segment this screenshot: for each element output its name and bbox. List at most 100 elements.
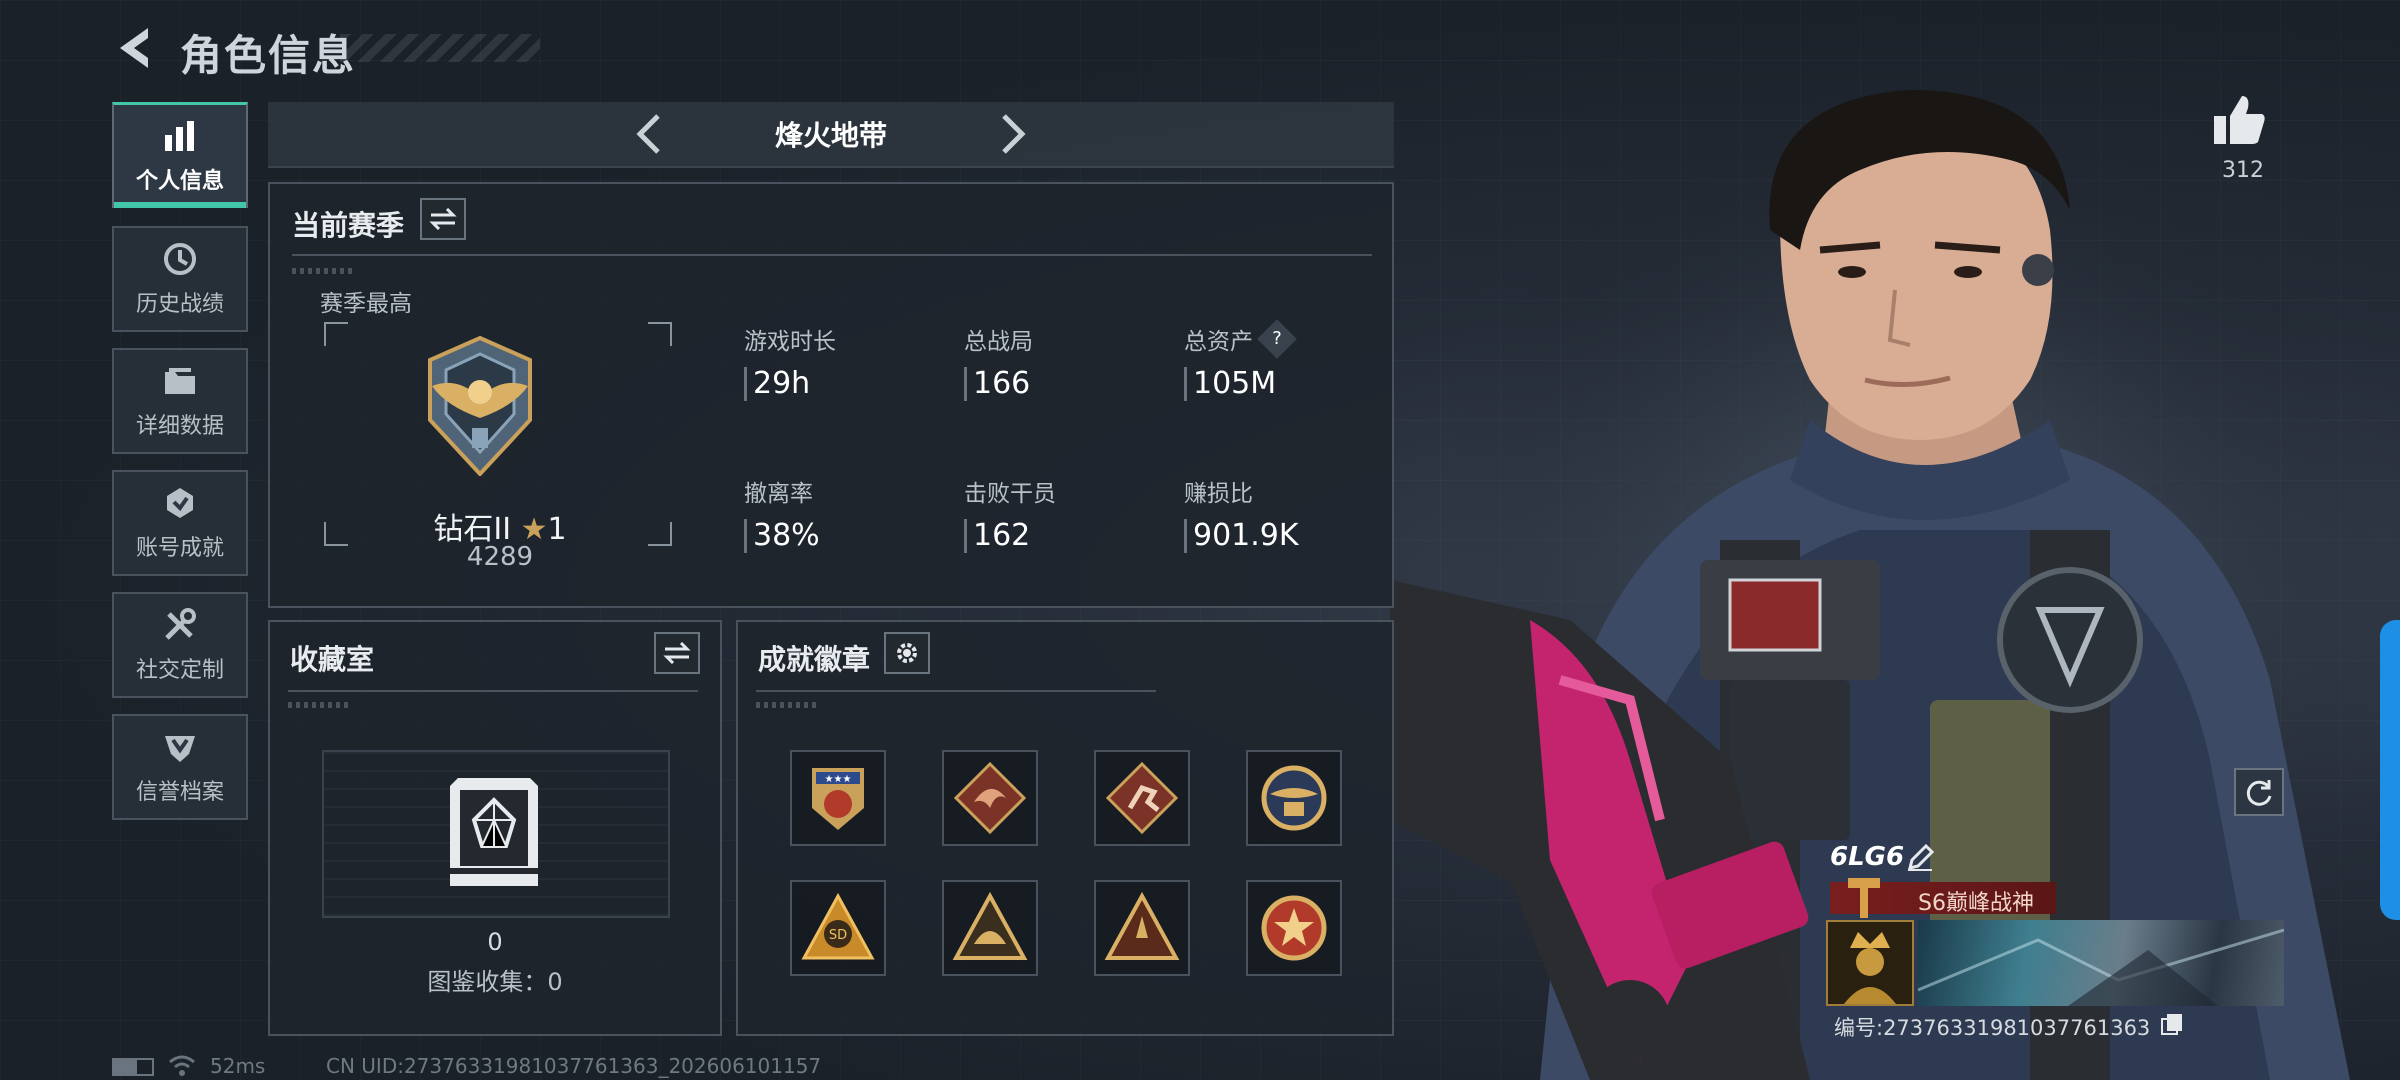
title-tag-text: S6巅峰战神 <box>1918 891 2034 916</box>
stat-play-time: 游戏时长 29h <box>744 322 836 401</box>
title-decoration <box>340 34 540 62</box>
stat-label: 赚损比 <box>1184 481 1253 507</box>
stat-label: 游戏时长 <box>744 329 836 355</box>
sidebar-item-label: 账号成就 <box>135 536 224 561</box>
sidebar-item-label: 社交定制 <box>135 658 224 683</box>
tools-icon <box>165 608 196 640</box>
stat-value: 38% <box>753 518 820 553</box>
badge-sd-triangle-icon: SD <box>801 892 875 960</box>
stat-total-assets: 总资产 ? 105M <box>1184 319 1297 401</box>
page-title: 角色信息 <box>180 31 357 80</box>
copy-id-button[interactable] <box>2160 1012 2184 1036</box>
sidebar-item-credit[interactable]: 信誉档案 <box>112 714 248 820</box>
svg-text:SD: SD <box>829 928 847 943</box>
chevron-right-icon <box>1002 114 1026 154</box>
collection-swap-button[interactable] <box>654 632 700 674</box>
shield-icon <box>165 736 195 762</box>
wifi-icon <box>169 1055 195 1076</box>
sidebar-item-label: 历史战绩 <box>135 292 224 317</box>
edit-name-button[interactable] <box>1906 843 1935 872</box>
divider <box>292 254 1372 256</box>
badge-slot-1[interactable]: ★★★ <box>790 750 886 846</box>
stat-extraction-rate: 撤离率 38% <box>744 474 820 553</box>
sidebar-item-detailed-data[interactable]: 详细数据 <box>112 348 248 454</box>
stat-label: 撤离率 <box>744 481 813 507</box>
stat-value: 901.9K <box>1193 518 1299 553</box>
uid-line: CN UID:2737633198103776136​3_20260610115… <box>326 1054 822 1078</box>
back-button[interactable] <box>112 22 156 74</box>
like-button[interactable] <box>2212 94 2276 150</box>
sidebar-item-social[interactable]: 社交定制 <box>112 592 248 698</box>
pencil-icon <box>1907 843 1935 871</box>
sidebar-item-personal-info[interactable]: 个人信息 <box>112 102 248 208</box>
battery-icon <box>112 1058 154 1076</box>
stat-value: 29h <box>753 366 811 401</box>
season-panel: 当前赛季 赛季最高 钻石II ★1 4289 游戏时长 29h 总战局 166 … <box>268 182 1394 608</box>
sidebar-item-label: 信誉档案 <box>135 780 224 805</box>
divider-marks <box>756 702 816 708</box>
stat-operators-defeated: 击败干员 162 <box>964 474 1056 553</box>
badge-star-round-icon <box>1261 895 1327 961</box>
display-case-icon <box>450 778 538 886</box>
badge-slot-6[interactable] <box>942 880 1038 976</box>
stat-value: 105M <box>1193 366 1277 401</box>
name-card-banner[interactable] <box>1918 920 2284 1006</box>
folder-icon <box>165 368 195 394</box>
divider-marks <box>292 268 352 274</box>
ping-value: 52ms <box>210 1054 266 1078</box>
refresh-button[interactable] <box>2234 768 2284 816</box>
mode-next-button[interactable] <box>990 112 1034 156</box>
badge-slot-3[interactable] <box>1094 750 1190 846</box>
stat-label: 总战局 <box>964 329 1033 355</box>
like-count: 312 <box>2222 158 2264 183</box>
title-tag-emblem-icon <box>1848 878 1880 918</box>
avatar[interactable] <box>1826 920 1914 1006</box>
badge-star-emblem-icon: ★★★ <box>812 768 864 830</box>
stat-total-matches: 总战局 166 <box>964 322 1033 401</box>
stat-label: 击败干员 <box>964 481 1056 507</box>
codex-collection-label: 图鉴收集：0 <box>427 968 563 996</box>
badge-slot-7[interactable] <box>1094 880 1190 976</box>
badge-slot-5[interactable]: SD <box>790 880 886 976</box>
avatar-golden-king-icon <box>1828 922 1912 1004</box>
swap-icon <box>429 208 457 230</box>
badge-slot-4[interactable] <box>1246 750 1342 846</box>
thumbs-up-icon <box>2214 96 2265 144</box>
season-swap-button[interactable] <box>420 198 466 240</box>
season-best-label: 赛季最高 <box>320 291 412 317</box>
help-icon[interactable]: ? <box>1257 319 1297 359</box>
collection-count: 0 <box>487 928 503 956</box>
divider <box>756 690 1156 692</box>
refresh-icon <box>2246 780 2272 806</box>
player-name: 6LG6 <box>1830 842 1905 872</box>
badge-helmet-triangle-icon <box>952 891 1028 960</box>
badge-dragon-icon <box>953 761 1027 835</box>
divider-marks <box>288 702 348 708</box>
sidebar-item-label: 个人信息 <box>135 168 224 194</box>
sidebar-item-history[interactable]: 历史战绩 <box>112 226 248 332</box>
badge-star-triangle-icon <box>1104 891 1180 960</box>
badges-settings-button[interactable] <box>884 632 930 674</box>
bar-chart-icon <box>165 120 194 151</box>
mode-selector: 烽火地带 <box>268 102 1394 168</box>
badge-wings-emblem-icon <box>1261 765 1327 831</box>
side-drawer-tab[interactable] <box>2380 620 2400 920</box>
season-title: 当前赛季 <box>292 209 405 242</box>
stat-label: 总资产 <box>1184 329 1253 355</box>
svg-text:★★★: ★★★ <box>825 774 852 785</box>
sidebar-item-achievements[interactable]: 账号成就 <box>112 470 248 576</box>
stat-value: 162 <box>973 518 1031 553</box>
badge-slot-2[interactable] <box>942 750 1038 846</box>
back-arrow-icon <box>120 28 148 68</box>
achievement-icon <box>167 488 193 518</box>
badge-slot-8[interactable] <box>1246 880 1342 976</box>
rank-points: 4289 <box>466 542 534 572</box>
collection-panel: 收藏室 0 图鉴收集：0 <box>268 620 722 1036</box>
sidebar-item-label: 详细数据 <box>135 414 224 439</box>
copy-icon <box>2161 1014 2182 1035</box>
mode-title: 烽火地带 <box>774 119 887 152</box>
badges-panel: 成就徽章 ★★★ SD <box>736 620 1394 1036</box>
collection-title: 收藏室 <box>290 643 375 676</box>
badge-runner-icon <box>1105 761 1179 835</box>
badges-title: 成就徽章 <box>758 643 871 676</box>
